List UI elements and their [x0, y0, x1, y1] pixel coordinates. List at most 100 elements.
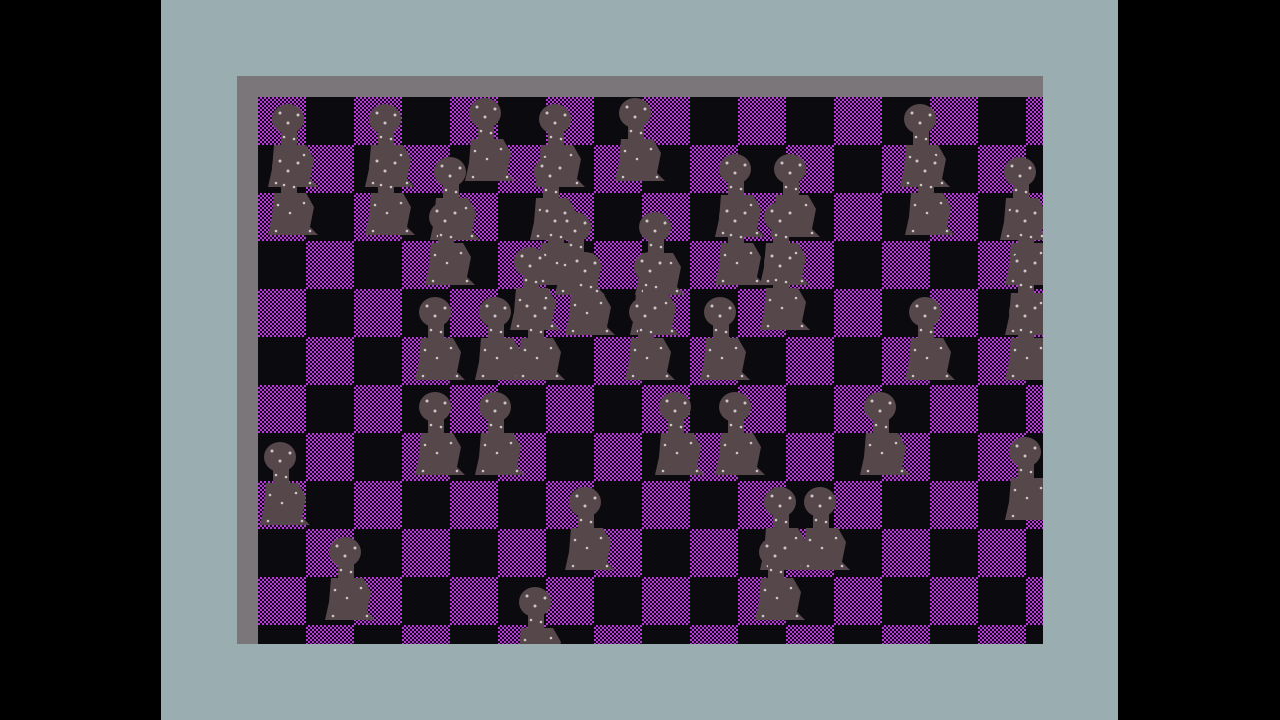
- board-tile: [306, 289, 354, 337]
- board-tile: [1026, 97, 1043, 145]
- board-tile: [258, 385, 306, 433]
- board-tile: [930, 577, 978, 625]
- board-tile: [402, 529, 450, 577]
- checkerboard-playfield: [258, 97, 1043, 644]
- board-tile: [354, 481, 402, 529]
- kneeling-figure-icon: [563, 247, 619, 339]
- board-tile: [978, 625, 1026, 644]
- board-tile: [882, 577, 930, 625]
- board-tile: [978, 97, 1026, 145]
- board-tile: [930, 529, 978, 577]
- board-tile: [1026, 385, 1043, 433]
- board-tile: [498, 481, 546, 529]
- board-tile: [258, 577, 306, 625]
- board-tile: [690, 97, 738, 145]
- board-tile: [786, 433, 834, 481]
- board-tile: [834, 289, 882, 337]
- kneeling-figure-icon: [903, 292, 959, 384]
- board-tile: [642, 529, 690, 577]
- board-tile: [690, 481, 738, 529]
- board-tile: [306, 385, 354, 433]
- board-tile: [1026, 577, 1043, 625]
- board-tile: [786, 625, 834, 644]
- kneeling-figure-icon: [423, 197, 479, 289]
- board-tile: [834, 337, 882, 385]
- board-tile: [354, 385, 402, 433]
- board-tile: [642, 625, 690, 644]
- board-tile: [402, 481, 450, 529]
- board-tile: [450, 529, 498, 577]
- board-tile: [498, 529, 546, 577]
- board-tile: [258, 529, 306, 577]
- board-tile: [450, 625, 498, 644]
- board-tile: [594, 625, 642, 644]
- kneeling-figure-icon: [513, 292, 569, 384]
- kneeling-figure-icon: [413, 387, 469, 479]
- board-tile: [258, 337, 306, 385]
- kneeling-figure-icon: [266, 147, 322, 239]
- board-tile: [306, 241, 354, 289]
- board-tile: [546, 385, 594, 433]
- board-tile: [882, 529, 930, 577]
- board-tile: [354, 241, 402, 289]
- board-tile: [1026, 625, 1043, 644]
- kneeling-figure-icon: [258, 437, 314, 529]
- board-tile: [690, 625, 738, 644]
- board-tile: [930, 433, 978, 481]
- board-tile: [978, 529, 1026, 577]
- board-tile: [690, 529, 738, 577]
- board-tile: [786, 385, 834, 433]
- board-tile: [402, 625, 450, 644]
- board-tile: [642, 481, 690, 529]
- kneeling-figure-icon: [613, 97, 669, 185]
- kneeling-figure-icon: [753, 532, 809, 624]
- board-tile: [258, 625, 306, 644]
- kneeling-figure-icon: [623, 292, 679, 384]
- board-tile: [834, 145, 882, 193]
- board-tile: [978, 385, 1026, 433]
- board-tile: [834, 97, 882, 145]
- board-tile: [354, 625, 402, 644]
- board-tile: [834, 625, 882, 644]
- board-tile: [1026, 529, 1043, 577]
- board-tile: [258, 241, 306, 289]
- board-tile: [978, 577, 1026, 625]
- board-tile: [594, 433, 642, 481]
- kneeling-figure-icon: [758, 242, 814, 334]
- board-tile: [738, 97, 786, 145]
- kneeling-figure-icon: [1003, 432, 1043, 524]
- board-tile: [882, 625, 930, 644]
- board-tile: [594, 577, 642, 625]
- kneeling-figure-icon: [653, 387, 709, 479]
- kneeling-figure-icon: [903, 147, 959, 239]
- board-tile: [738, 625, 786, 644]
- board-tile: [354, 337, 402, 385]
- board-tile: [834, 577, 882, 625]
- board-tile: [402, 577, 450, 625]
- board-tile: [354, 433, 402, 481]
- board-tile: [786, 97, 834, 145]
- kneeling-figure-icon: [1003, 292, 1043, 384]
- board-tile: [882, 241, 930, 289]
- board-tile: [930, 385, 978, 433]
- kneeling-figure-icon: [713, 387, 769, 479]
- board-tile: [546, 433, 594, 481]
- board-tile: [306, 625, 354, 644]
- board-tile: [930, 481, 978, 529]
- board-tile: [930, 241, 978, 289]
- kneeling-figure-icon: [698, 292, 754, 384]
- kneeling-figure-icon: [858, 387, 914, 479]
- kneeling-figure-icon: [363, 147, 419, 239]
- board-tile: [642, 577, 690, 625]
- board-tile: [594, 385, 642, 433]
- board-tile: [690, 577, 738, 625]
- board-tile: [834, 193, 882, 241]
- board-tile: [786, 337, 834, 385]
- kneeling-figure-icon: [473, 387, 529, 479]
- board-tile: [834, 241, 882, 289]
- kneeling-figure-icon: [563, 482, 619, 574]
- board-tile: [450, 577, 498, 625]
- board-tile: [258, 289, 306, 337]
- board-tile: [354, 289, 402, 337]
- kneeling-figure-icon: [323, 532, 379, 624]
